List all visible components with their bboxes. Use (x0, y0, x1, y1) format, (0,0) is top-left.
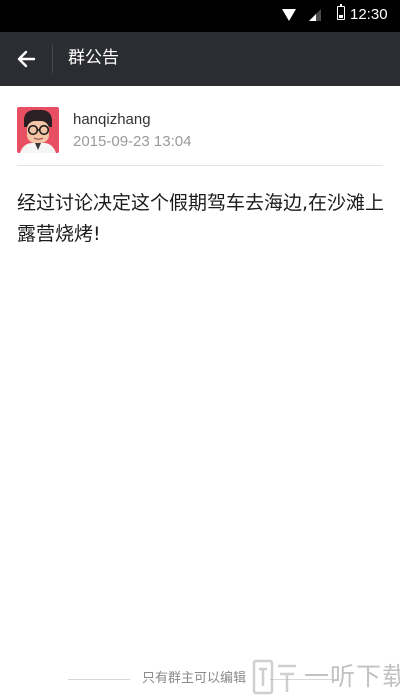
divider (17, 165, 383, 166)
status-bar: 12:30 (0, 0, 400, 32)
watermark-logo-icon (252, 659, 296, 695)
page-title: 群公告 (68, 48, 119, 68)
footer-divider-left (68, 679, 130, 680)
app-header: 群公告 (0, 32, 400, 86)
wifi-icon (282, 9, 296, 21)
header-divider (52, 45, 53, 73)
battery-icon (337, 4, 345, 20)
announcement-content: 经过讨论决定这个假期驾车去海边,在沙滩上露营烧烤! (17, 192, 385, 245)
author-name: hanqizhang (73, 111, 151, 128)
footer-note: 只有群主可以编辑 (142, 671, 247, 686)
watermark-text: 一听下载 (304, 662, 400, 691)
avatar[interactable] (17, 107, 59, 153)
post-timestamp: 2015-09-23 13:04 (73, 133, 192, 150)
arrow-left-icon[interactable] (14, 47, 38, 71)
status-time: 12:30 (350, 6, 388, 23)
signal-icon (309, 9, 321, 21)
